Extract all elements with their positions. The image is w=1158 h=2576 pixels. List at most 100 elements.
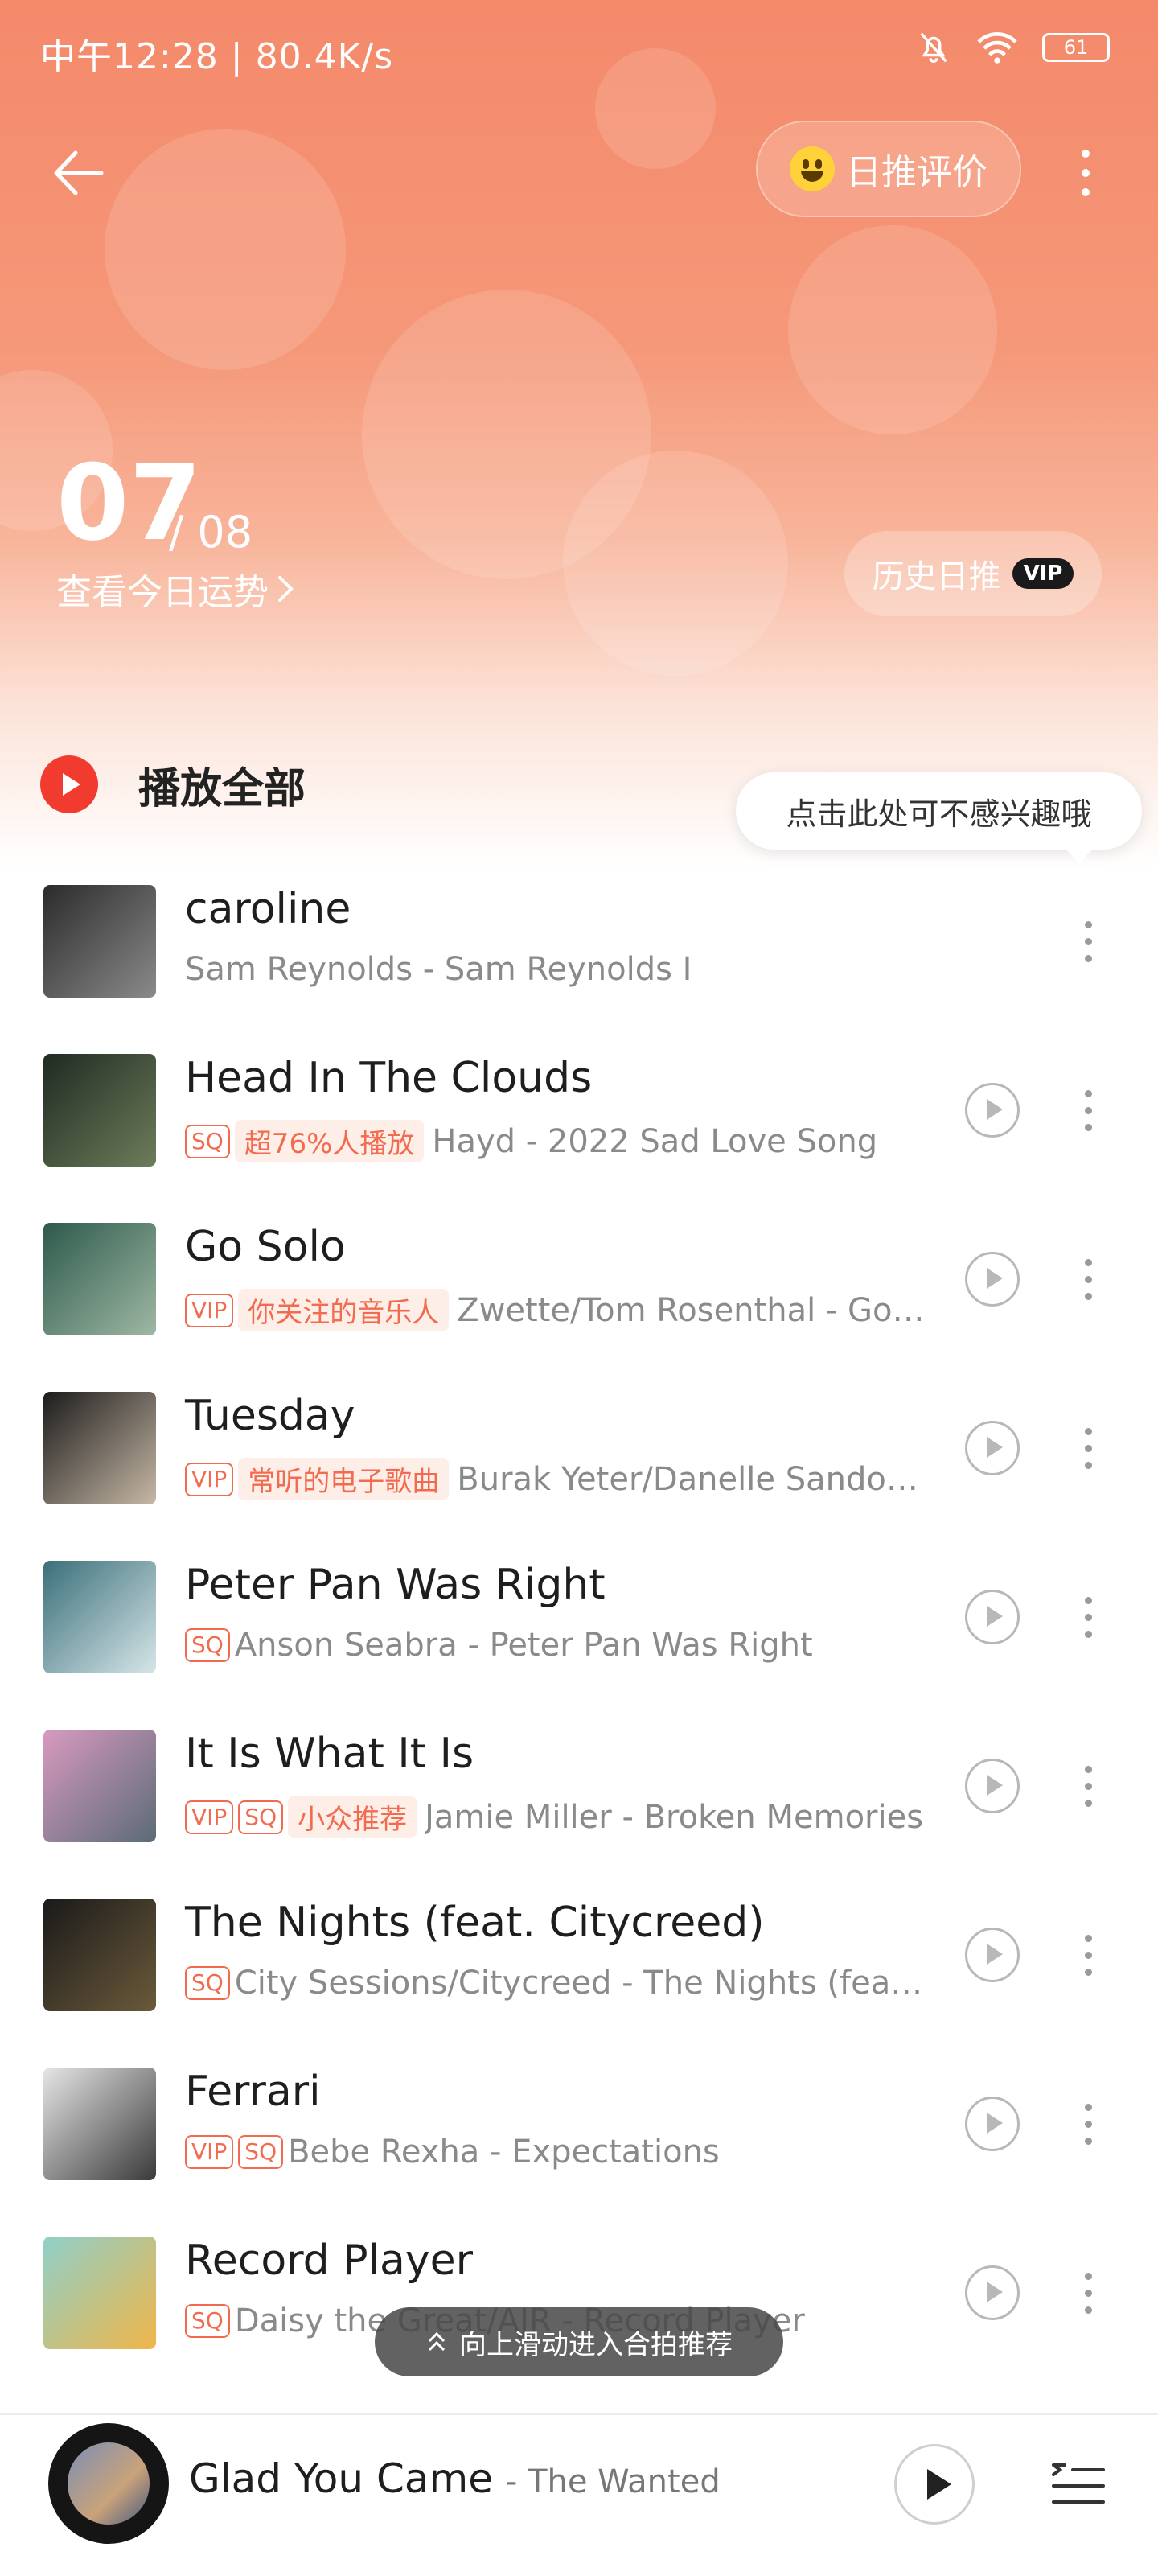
song-title: It Is What It Is <box>185 1730 474 1778</box>
date-month: / 08 <box>169 507 253 558</box>
play-all-icon <box>40 755 98 813</box>
album-cover <box>43 2237 156 2349</box>
song-more-icon[interactable] <box>1074 909 1103 973</box>
history-label: 历史日推 <box>872 558 1001 595</box>
artist-album: Zwette/Tom Rosenthal - Go Solo <box>457 1291 925 1329</box>
album-cover <box>43 2068 156 2180</box>
song-meta: VIP 你关注的音乐人 Zwette/Tom Rosenthal - Go Solo <box>185 1289 925 1331</box>
song-title: caroline <box>185 885 351 933</box>
song-title: Record Player <box>185 2237 474 2285</box>
play-all-label: 播放全部 <box>138 764 306 813</box>
quality-badge: VIP <box>185 1462 234 1496</box>
mini-player[interactable]: Glad You Came - The Wanted <box>0 2413 1158 2576</box>
back-arrow-icon[interactable] <box>45 137 117 209</box>
battery-icon: 61 <box>1042 33 1110 62</box>
song-row[interactable]: Ferrari VIP SQ Bebe Rexha - Expectations <box>0 2060 1158 2228</box>
wifi-icon <box>977 32 1017 64</box>
battery-level: 61 <box>1063 36 1089 59</box>
status-bar: 中午12:28 | 80.4K/s 61 <box>0 0 1158 105</box>
play-video-icon[interactable] <box>965 2265 1020 2320</box>
now-playing-text[interactable]: Glad You Came - The Wanted <box>189 2455 721 2502</box>
artist-album: City Sessions/Citycreed - The Nights (fe… <box>234 1965 925 2002</box>
album-art <box>68 2442 150 2525</box>
song-list: caroline Sam Reynolds - Sam Reynolds I Hea… <box>0 877 1158 2397</box>
play-video-icon[interactable] <box>965 2097 1020 2151</box>
song-more-icon[interactable] <box>1074 1078 1103 1142</box>
song-row[interactable]: Head In The Clouds SQ 超76%人播放 Hayd - 2022 S… <box>0 1046 1158 1215</box>
daily-rating-button[interactable]: 日推评价 <box>756 121 1021 217</box>
playlist-icon[interactable] <box>1045 2450 1110 2515</box>
song-meta: VIP SQ Bebe Rexha - Expectations <box>185 2134 925 2171</box>
quality-badge: VIP <box>185 2135 234 2169</box>
play-video-icon[interactable] <box>965 1083 1020 1138</box>
quality-badge: SQ <box>185 1124 230 1158</box>
quality-badge: SQ <box>185 2304 230 2338</box>
album-cover <box>43 1899 156 2011</box>
quality-badge: SQ <box>185 1966 230 2000</box>
song-meta: VIP SQ 小众推荐 Jamie Miller - Broken Memories <box>185 1796 925 1838</box>
fortune-label: 查看今日运势 <box>56 572 269 613</box>
song-meta: SQ 超76%人播放 Hayd - 2022 Sad Love Song <box>185 1120 925 1162</box>
double-chevron-up-icon <box>428 2331 446 2352</box>
chevron-right-icon <box>278 576 294 602</box>
song-more-icon[interactable] <box>1074 2261 1103 2325</box>
not-interested-tooltip[interactable]: 点击此处可不感兴趣哦 <box>736 772 1142 864</box>
song-title: Go Solo <box>185 1223 346 1271</box>
daily-rating-label: 日推评价 <box>846 152 988 193</box>
status-time: 中午12:28 | 80.4K/s <box>40 36 394 77</box>
quality-badge: SQ <box>185 1628 230 1662</box>
album-cover <box>43 1054 156 1167</box>
song-row[interactable]: It Is What It Is VIP SQ 小众推荐 Jamie Miller - … <box>0 1722 1158 1891</box>
swipe-up-hint[interactable]: 向上滑动进入合拍推荐 <box>375 2307 783 2376</box>
recommend-reason: 你关注的音乐人 <box>238 1289 450 1331</box>
play-video-icon[interactable] <box>965 1421 1020 1475</box>
song-more-icon[interactable] <box>1074 1754 1103 1818</box>
history-daily-button[interactable]: 历史日推 VIP <box>844 531 1102 616</box>
song-title: Tuesday <box>185 1392 355 1440</box>
song-more-icon[interactable] <box>1074 1923 1103 1987</box>
song-row[interactable]: caroline Sam Reynolds - Sam Reynolds I <box>0 877 1158 1046</box>
artist-album: Burak Yeter/Danelle Sandoval - Tuesday <box>457 1460 925 1498</box>
song-row[interactable]: Go Solo VIP 你关注的音乐人 Zwette/Tom Rosenthal - … <box>0 1215 1158 1384</box>
artist-album: Bebe Rexha - Expectations <box>288 2134 720 2171</box>
play-video-icon[interactable] <box>965 1252 1020 1307</box>
artist-album: Anson Seabra - Peter Pan Was Right <box>234 1627 813 1664</box>
song-title: Ferrari <box>185 2068 321 2116</box>
song-row[interactable]: Tuesday VIP 常听的电子歌曲 Burak Yeter/Danelle San… <box>0 1384 1158 1553</box>
more-menu-icon[interactable] <box>1070 137 1102 209</box>
song-row[interactable]: The Nights (feat. Citycreed) SQ City Sessi… <box>0 1891 1158 2060</box>
song-title: Head In The Clouds <box>185 1054 593 1102</box>
recommend-reason: 小众推荐 <box>288 1796 417 1838</box>
now-playing-artist: - The Wanted <box>505 2463 721 2500</box>
album-cover <box>43 1730 156 1842</box>
song-title: Peter Pan Was Right <box>185 1561 606 1609</box>
artist-album: Hayd - 2022 Sad Love Song <box>432 1122 878 1160</box>
recommend-reason: 超76%人播放 <box>234 1120 425 1162</box>
swipe-hint-text: 向上滑动进入合拍推荐 <box>459 2328 733 2361</box>
song-more-icon[interactable] <box>1074 1585 1103 1649</box>
play-video-icon[interactable] <box>965 1590 1020 1644</box>
tooltip-text: 点击此处可不感兴趣哦 <box>786 796 1092 832</box>
song-meta: SQ Anson Seabra - Peter Pan Was Right <box>185 1627 925 1664</box>
artist-album: Jamie Miller - Broken Memories <box>425 1798 924 1836</box>
artist-album: Sam Reynolds - Sam Reynolds I <box>185 951 692 988</box>
album-disc[interactable] <box>48 2423 169 2544</box>
play-video-icon[interactable] <box>965 1759 1020 1813</box>
smiley-icon <box>790 146 835 191</box>
song-more-icon[interactable] <box>1074 1247 1103 1311</box>
now-playing-title: Glad You Came <box>189 2455 494 2502</box>
album-cover <box>43 1223 156 1335</box>
recommend-reason: 常听的电子歌曲 <box>238 1458 450 1500</box>
quality-badge: VIP <box>185 1293 234 1327</box>
play-all-button[interactable]: 播放全部 <box>40 748 306 821</box>
play-video-icon[interactable] <box>965 1928 1020 1982</box>
player-play-button[interactable] <box>894 2444 975 2525</box>
song-row[interactable]: Peter Pan Was Right SQ Anson Seabra - Pete… <box>0 1553 1158 1722</box>
album-cover <box>43 1392 156 1504</box>
song-more-icon[interactable] <box>1074 2092 1103 2156</box>
album-cover <box>43 885 156 998</box>
song-meta: VIP常听的电子歌曲Burak Yeter/Danelle Sandoval -… <box>185 1458 925 1500</box>
song-more-icon[interactable] <box>1074 1416 1103 1480</box>
song-title: The Nights (feat. Citycreed) <box>185 1899 765 1947</box>
fortune-link[interactable]: 查看今日运势 <box>56 563 298 615</box>
